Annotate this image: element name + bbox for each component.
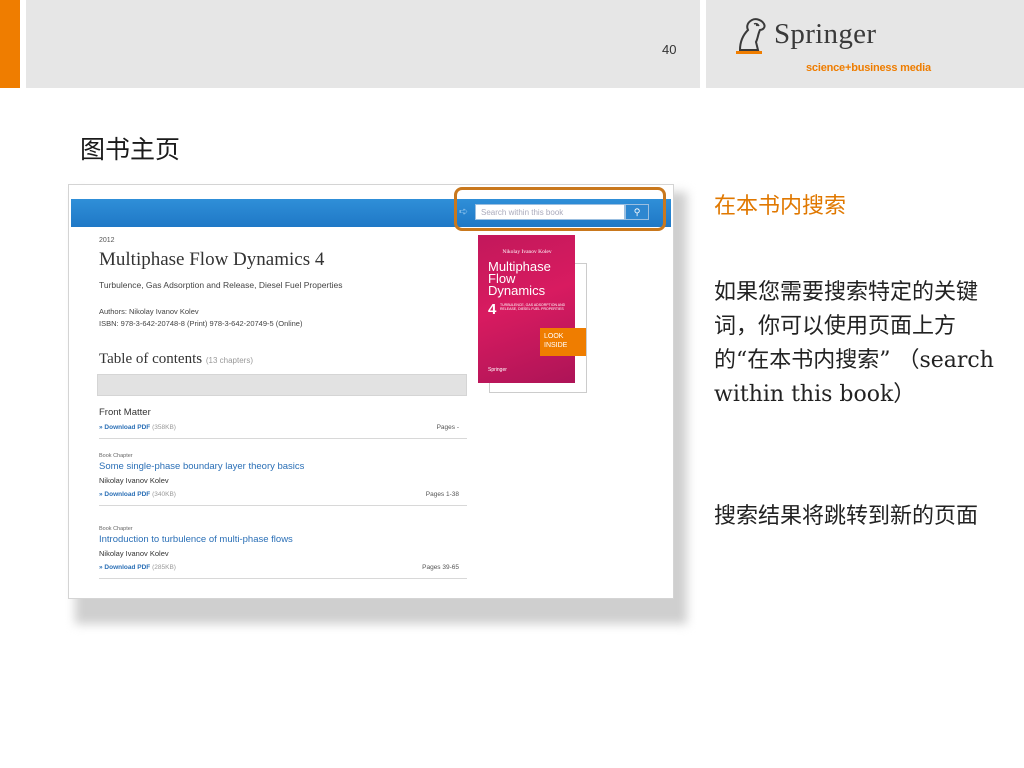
row-divider (99, 438, 467, 439)
right-heading: 在本书内搜索 (714, 194, 847, 219)
file-size: (358KB) (152, 424, 176, 431)
chapter-author: Nikolay Ivanov Kolev (99, 476, 169, 485)
cover-subtitle: TURBULENCE, GAS ADSORPTION AND RELEASE, … (500, 303, 566, 311)
search-highlight-callout (454, 187, 666, 231)
book-title: Multiphase Flow Dynamics 4 (99, 249, 325, 270)
file-size: (340KB) (152, 491, 176, 498)
book-cover[interactable]: Nikolay Ivanov Kolev Multiphase Flow Dyn… (478, 235, 575, 383)
cover-volume-number: 4 (488, 301, 497, 318)
chapter-link[interactable]: Some single-phase boundary layer theory … (99, 461, 467, 472)
page-range: Pages 1-38 (425, 491, 459, 498)
look-inside-label: LOOK (544, 333, 564, 340)
cover-author: Nikolay Ivanov Kolev (502, 249, 552, 255)
page-number: 40 (662, 42, 677, 57)
download-label[interactable]: » Download PDF (99, 424, 150, 431)
download-pdf-link[interactable]: » Download PDF (340KB) Pages 1-38 (99, 491, 467, 501)
toc-row: Book Chapter Introduction to turbulence … (99, 526, 467, 579)
book-isbn: ISBN: 978-3-642-20748-8 (Print) 978-3-64… (99, 319, 303, 328)
page-range: Pages 39-65 (422, 564, 459, 571)
look-inside-label: INSIDE (544, 342, 568, 349)
look-inside-button[interactable]: LOOK INSIDE (540, 328, 586, 356)
page-range: Pages - (436, 424, 459, 431)
springer-logo: Springer science+business media (732, 14, 962, 76)
toc-row: Front Matter » Download PDF (358KB) Page… (99, 407, 467, 439)
toc-row-kind: Book Chapter (99, 453, 133, 459)
header-band-left (26, 0, 700, 88)
toc-heading: Table of contents (13 chapters) (99, 351, 253, 368)
toc-row: Book Chapter Some single-phase boundary … (99, 453, 467, 506)
result-paragraph: 搜索结果将跳转到新的页面 (714, 504, 979, 529)
chapter-link[interactable]: Introduction to turbulence of multi-phas… (99, 534, 467, 545)
slide-title: 图书主页 (80, 135, 181, 164)
logo-wordmark: Springer (774, 18, 877, 50)
cover-title-line: Dynamics (488, 283, 546, 298)
toc-row-kind: Book Chapter (99, 526, 133, 532)
download-pdf-link[interactable]: » Download PDF (358KB) Pages - (99, 424, 467, 434)
file-size: (285KB) (152, 564, 176, 571)
toc-toolbar (97, 374, 467, 396)
publication-year: 2012 (99, 237, 115, 244)
download-label[interactable]: » Download PDF (99, 564, 150, 571)
download-label[interactable]: » Download PDF (99, 491, 150, 498)
download-pdf-link[interactable]: » Download PDF (285KB) Pages 39-65 (99, 564, 467, 574)
book-authors: Authors: Nikolay Ivanov Kolev (99, 307, 199, 316)
book-subtitle: Turbulence, Gas Adsorption and Release, … (99, 280, 343, 290)
accent-bar (0, 0, 20, 88)
instruction-paragraph: 如果您需要搜索特定的关键词，你可以使用页面上方的“在本书内搜索” （search… (714, 280, 994, 407)
cover-title: Multiphase Flow Dynamics (488, 260, 551, 298)
logo-tagline: science+business media (806, 62, 931, 74)
cover-publisher: Springer (488, 367, 507, 373)
toc-chapter-count: (13 chapters) (205, 356, 253, 365)
row-divider (99, 578, 467, 579)
chapter-author: Nikolay Ivanov Kolev (99, 549, 169, 558)
toc-row-title[interactable]: Front Matter (99, 407, 467, 418)
row-divider (99, 505, 467, 506)
toc-heading-text: Table of contents (99, 351, 203, 367)
horse-logo-icon (736, 18, 766, 54)
book-page-screenshot: ➪ Search within this book ⚲ 2012 Multiph… (68, 184, 674, 599)
